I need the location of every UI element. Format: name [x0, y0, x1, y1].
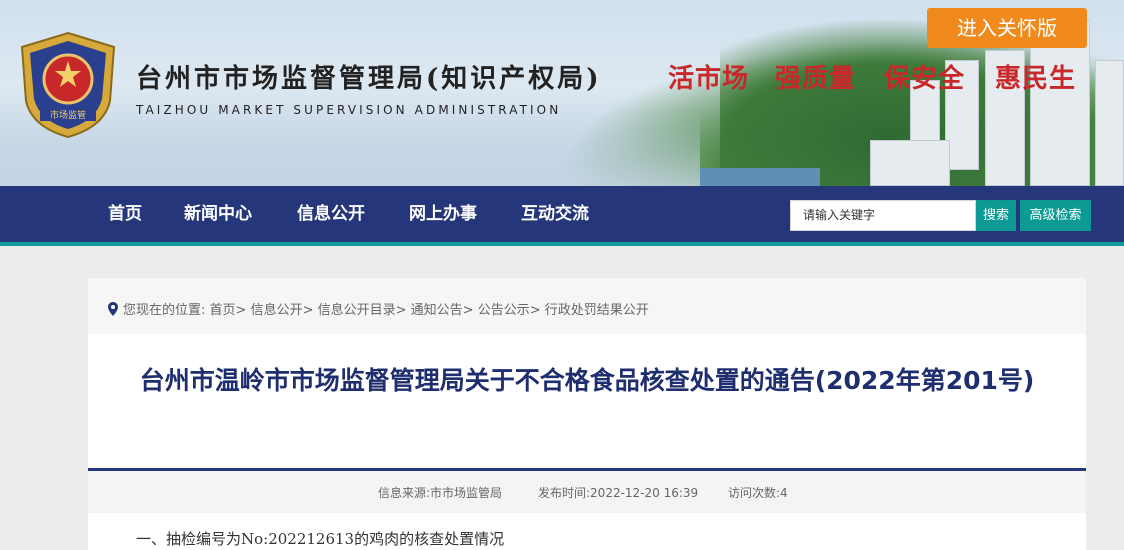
article-views: 访问次数:4 — [728, 484, 788, 501]
breadcrumb-prefix: 您现在的位置: — [123, 303, 206, 318]
slogan-2: 强质量 — [775, 64, 857, 94]
article-source: 信息来源:市市场监管局 — [378, 484, 502, 501]
search-button[interactable]: 搜索 — [976, 200, 1016, 231]
banner-building — [1095, 60, 1124, 186]
article-first-paragraph: 一、抽检编号为No:202212613的鸡肉的核查处置情况 — [136, 530, 505, 548]
breadcrumb-item-notices[interactable]: 通知公告> — [411, 303, 474, 318]
banner-building — [870, 140, 950, 186]
slogan-4: 惠民生 — [995, 64, 1077, 94]
article-date: 发布时间:2022-12-20 16:39 — [538, 484, 698, 501]
slogan-3: 保安全 — [884, 64, 966, 94]
location-pin-icon — [108, 302, 118, 316]
article-card: 您现在的位置: 首页> 信息公开> 信息公开目录> 通知公告> 公告公示> 行政… — [88, 278, 1086, 550]
market-supervision-emblem-icon: 市场监管 — [20, 31, 116, 139]
site-title-english: TAIZHOU MARKET SUPERVISION ADMINISTRATIO… — [136, 103, 562, 117]
views-label: 访问次数: — [728, 486, 781, 500]
date-value: 2022-12-20 16:39 — [590, 486, 699, 500]
nav-item-home[interactable]: 首页 — [108, 186, 142, 242]
breadcrumb: 您现在的位置: 首页> 信息公开> 信息公开目录> 通知公告> 公告公示> 行政… — [123, 299, 649, 318]
site-title: 台州市市场监督管理局(知识产权局) — [136, 64, 602, 94]
nav-item-online-services[interactable]: 网上办事 — [409, 186, 477, 242]
nav-item-news[interactable]: 新闻中心 — [184, 186, 252, 242]
article-title: 台州市温岭市市场监督管理局关于不合格食品核查处置的通告(2022年第201号) — [139, 366, 1035, 395]
breadcrumb-item-disclosure[interactable]: 信息公开> — [251, 303, 314, 318]
advanced-search-button[interactable]: 高级检索 — [1020, 200, 1091, 231]
breadcrumb-item-home[interactable]: 首页> — [210, 303, 247, 318]
nav-item-interaction[interactable]: 互动交流 — [521, 186, 589, 242]
care-version-button[interactable]: 进入关怀版 — [927, 8, 1087, 48]
date-label: 发布时间: — [538, 486, 591, 500]
slogan-1: 活市场 — [668, 64, 750, 94]
banner-water — [700, 168, 820, 186]
breadcrumb-item-catalog[interactable]: 信息公开目录> — [318, 303, 407, 318]
nav-accent-strip — [0, 242, 1124, 246]
svg-text:市场监管: 市场监管 — [50, 109, 86, 121]
search-input[interactable]: 请输入关键字 — [790, 200, 976, 231]
source-value: 市市场监管局 — [430, 486, 503, 500]
source-label: 信息来源: — [378, 486, 431, 500]
nav-item-disclosure[interactable]: 信息公开 — [297, 186, 365, 242]
breadcrumb-item-penalty-results[interactable]: 行政处罚结果公开 — [545, 303, 649, 318]
views-value: 4 — [780, 486, 788, 500]
breadcrumb-item-announcements[interactable]: 公告公示> — [478, 303, 541, 318]
